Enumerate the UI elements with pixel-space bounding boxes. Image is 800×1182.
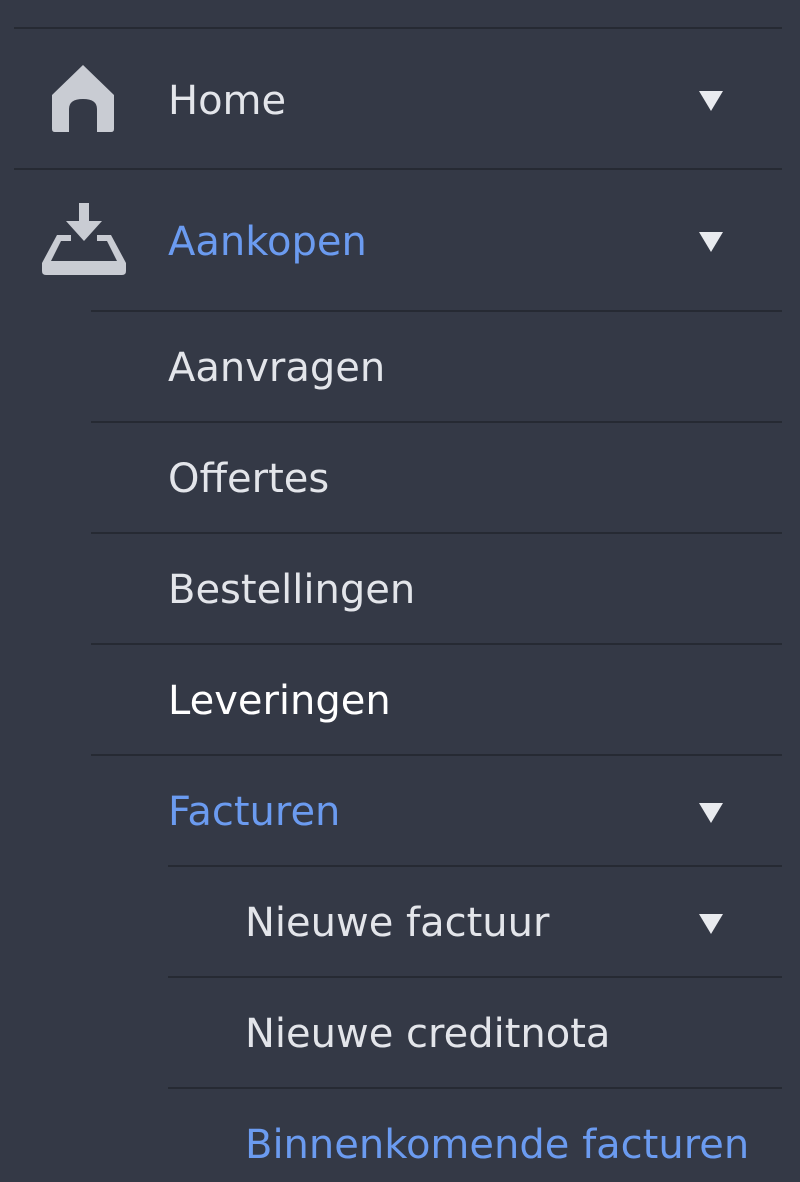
menu-item-aanvragen[interactable]: Aanvragen bbox=[0, 312, 782, 421]
menu-item-aankopen[interactable]: Aankopen bbox=[0, 170, 782, 310]
menu-item-label: Nieuwe factuur bbox=[245, 900, 550, 946]
sidebar-nav: Home Aankopen Aanvragen Offertes Bestell… bbox=[0, 0, 800, 1182]
menu-item-label: Leveringen bbox=[168, 678, 391, 724]
chevron-down-icon[interactable] bbox=[699, 803, 723, 823]
menu-item-offertes[interactable]: Offertes bbox=[0, 423, 782, 532]
menu-item-label: Nieuwe creditnota bbox=[245, 1011, 611, 1057]
menu-item-nieuwe-creditnota[interactable]: Nieuwe creditnota bbox=[0, 978, 782, 1087]
menu-item-binnenkomende-facturen[interactable]: Binnenkomende facturen bbox=[0, 1089, 782, 1182]
menu-item-label: Bestellingen bbox=[168, 567, 416, 613]
menu-item-nieuwe-factuur[interactable]: Nieuwe factuur bbox=[0, 867, 782, 976]
home-icon bbox=[50, 63, 116, 137]
menu-item-label: Aankopen bbox=[168, 219, 367, 265]
chevron-down-icon[interactable] bbox=[699, 91, 723, 111]
menu-item-label: Offertes bbox=[168, 456, 330, 502]
chevron-down-icon[interactable] bbox=[699, 232, 723, 252]
inbox-download-icon bbox=[40, 201, 128, 281]
menu-item-facturen[interactable]: Facturen bbox=[0, 756, 782, 865]
menu-item-label: Aanvragen bbox=[168, 345, 386, 391]
menu-item-label: Facturen bbox=[168, 789, 341, 835]
menu-item-bestellingen[interactable]: Bestellingen bbox=[0, 534, 782, 643]
menu-item-label: Binnenkomende facturen bbox=[245, 1122, 750, 1168]
chevron-down-icon[interactable] bbox=[699, 914, 723, 934]
menu-item-home[interactable]: Home bbox=[0, 29, 782, 168]
menu-item-leveringen[interactable]: Leveringen bbox=[0, 645, 782, 754]
menu-item-label: Home bbox=[168, 78, 287, 124]
